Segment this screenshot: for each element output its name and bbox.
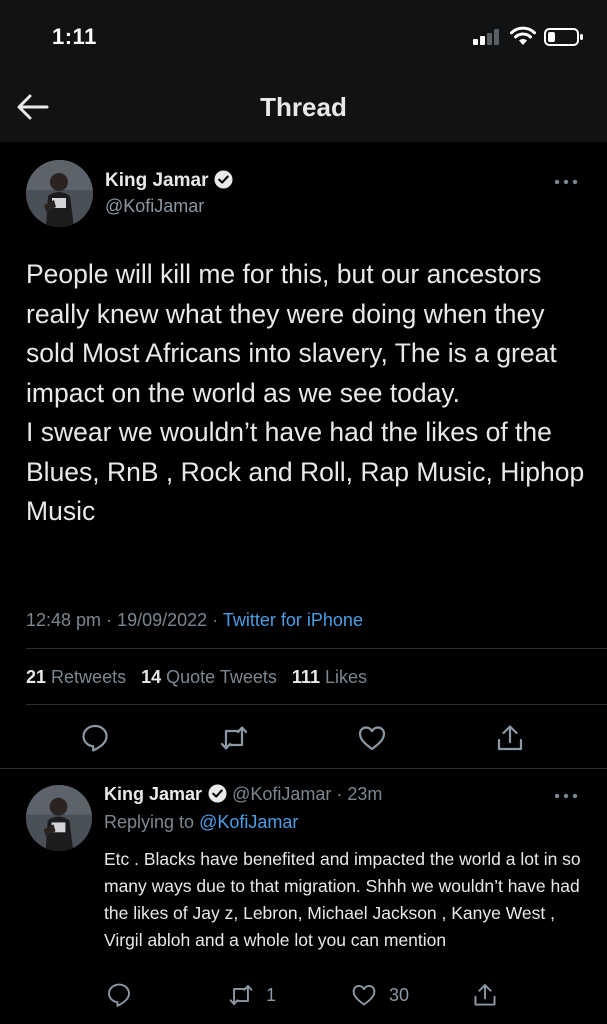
likes-label[interactable]: Likes [325, 667, 367, 687]
reply-avatar[interactable] [26, 785, 92, 851]
like-icon [352, 984, 376, 1006]
retweets-stat[interactable]: 21 Retweets [26, 667, 126, 687]
reply-text: Etc . Blacks have benefited and impacted… [104, 849, 581, 950]
reply-reply-button[interactable] [106, 981, 132, 1009]
quotes-count[interactable]: 14 [141, 667, 161, 687]
reply-button[interactable] [80, 723, 110, 753]
verified-badge-icon [208, 784, 227, 803]
reply-retweet-button[interactable]: 1 [228, 981, 276, 1009]
retweet-button[interactable] [219, 723, 249, 753]
reply-icon [108, 983, 130, 1007]
meta-separator: · [106, 610, 113, 630]
author-name[interactable]: King Jamar [105, 170, 234, 192]
replying-prefix: Replying to [104, 812, 195, 832]
status-bar: 1:11 [0, 0, 607, 72]
retweet-icon [229, 984, 253, 1006]
tweet-time: 12:48 pm [26, 610, 102, 630]
meta-separator: · [212, 610, 219, 630]
reply-share-button[interactable] [472, 981, 498, 1009]
author-name-text[interactable]: King Jamar [105, 170, 208, 191]
reply-like-button[interactable]: 30 [351, 981, 409, 1009]
quotes-stat[interactable]: 14 Quote Tweets [141, 667, 277, 687]
tweet-meta: 12:48 pm · 19/09/2022 · Twitter for iPho… [26, 610, 363, 631]
more-options-icon[interactable] [553, 178, 579, 186]
reply-retweet-count: 1 [266, 984, 277, 1005]
page-title: Thread [260, 92, 347, 122]
replying-to: Replying to @KofiJamar [104, 812, 298, 833]
cellular-signal-icon [473, 29, 499, 45]
share-button[interactable] [495, 723, 525, 753]
tweet-date: 19/09/2022 [117, 610, 208, 630]
reply-icon [82, 724, 108, 752]
author-handle[interactable]: @KofiJamar [105, 196, 204, 217]
share-icon [497, 725, 523, 751]
tweet-text: People will kill me for this, but our an… [26, 259, 585, 526]
tweet-stats: 21 Retweets 14 Quote Tweets 111 Likes [26, 667, 377, 688]
divider [26, 704, 607, 705]
thread-header: Thread [0, 72, 607, 142]
battery-icon [544, 28, 583, 46]
reply-author-name[interactable]: King Jamar [104, 784, 202, 804]
like-button[interactable] [357, 723, 387, 753]
likes-stat[interactable]: 111 Likes [292, 667, 367, 687]
status-time: 1:11 [52, 24, 97, 49]
quotes-label[interactable]: Quote Tweets [166, 667, 277, 687]
reply-header: King Jamar @KofiJamar · 23m [104, 784, 382, 805]
reply-like-count: 30 [389, 984, 410, 1005]
replying-to-link[interactable]: @KofiJamar [199, 812, 298, 832]
divider [26, 648, 607, 649]
reply-handle-time[interactable]: @KofiJamar · 23m [232, 784, 382, 804]
client-link[interactable]: Twitter for iPhone [223, 610, 363, 630]
avatar[interactable] [26, 160, 93, 227]
share-icon [474, 984, 496, 1006]
more-options-icon[interactable] [553, 792, 579, 800]
wifi-icon [510, 26, 536, 45]
retweets-count[interactable]: 21 [26, 667, 46, 687]
retweet-icon [220, 726, 248, 750]
likes-count[interactable]: 111 [292, 667, 320, 687]
divider [0, 768, 607, 769]
verified-badge-icon [214, 170, 234, 189]
like-icon [358, 726, 386, 751]
retweets-label[interactable]: Retweets [51, 667, 126, 687]
